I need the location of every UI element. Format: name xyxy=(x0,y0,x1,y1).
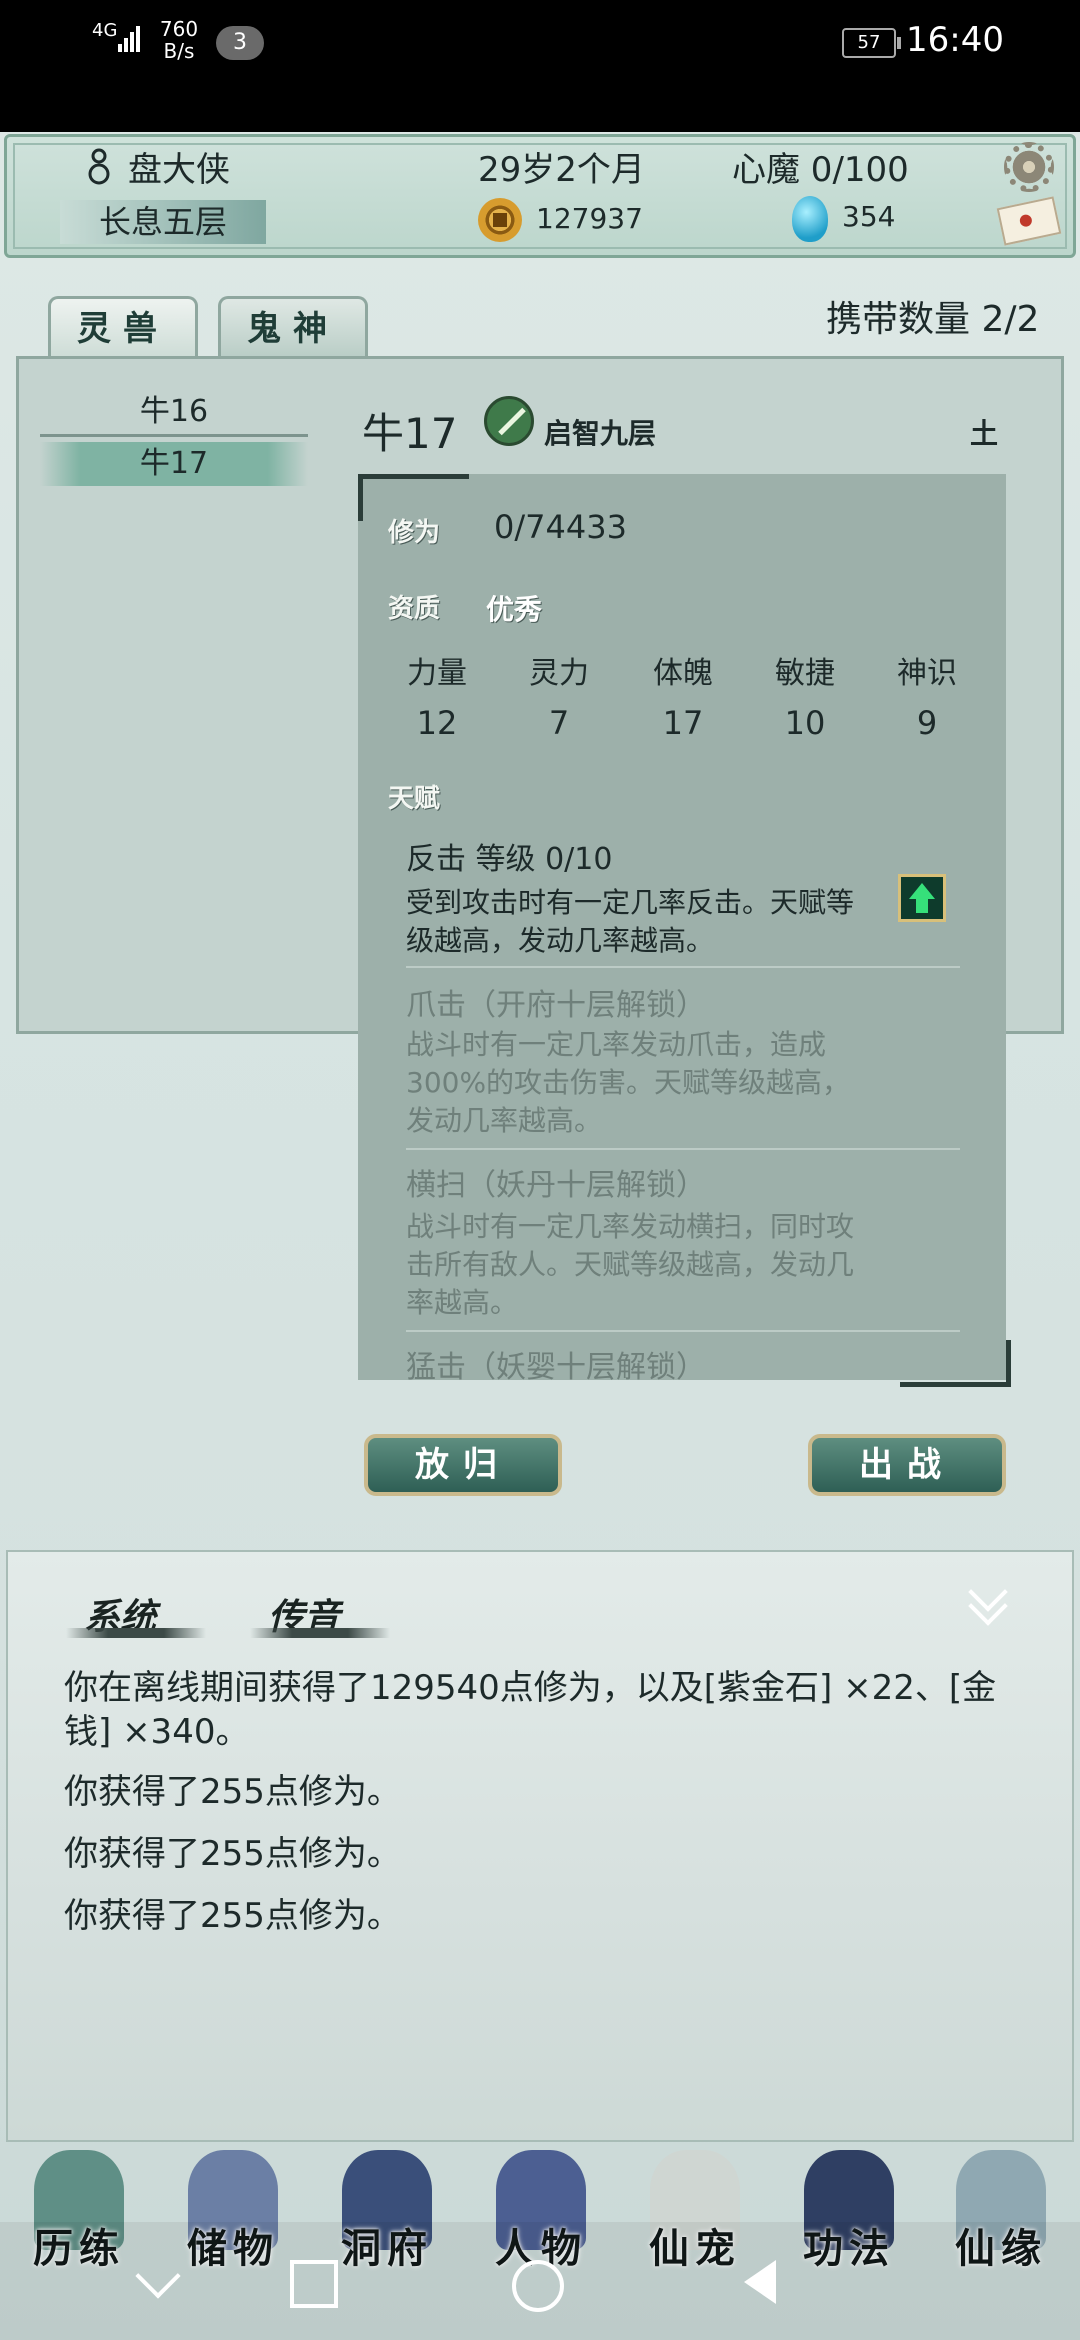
stat-name: 神识 xyxy=(897,656,957,691)
pet-element: 土 xyxy=(970,417,999,450)
talent-name-locked: 横扫（妖丹十层解锁） xyxy=(406,1168,706,1203)
pet-stage: 启智九层 xyxy=(544,417,657,450)
message-line: 你获得了255点修为。 xyxy=(64,1772,401,1812)
rename-brush-icon[interactable] xyxy=(484,396,534,446)
talent-name-locked: 猛击（妖婴十层解锁） xyxy=(406,1350,706,1385)
message-line: 你获得了255点修为。 xyxy=(64,1834,401,1874)
stat-name: 力量 xyxy=(407,656,467,691)
system-home-icon[interactable] xyxy=(512,2260,564,2312)
stat-name: 敏捷 xyxy=(775,656,835,691)
pet-list-item[interactable]: 牛16 xyxy=(40,390,308,437)
stat-name: 体魄 xyxy=(653,656,713,691)
system-recent-icon[interactable] xyxy=(290,2260,338,2308)
stat-value: 17 xyxy=(662,704,704,742)
upgrade-arrow-icon[interactable] xyxy=(898,874,946,922)
release-button[interactable]: 放归 xyxy=(364,1434,562,1496)
cultivation-value: 0/74433 xyxy=(494,508,627,546)
tab-guishen[interactable]: 鬼神 xyxy=(218,296,368,358)
tab-lingshou[interactable]: 灵兽 xyxy=(48,296,198,358)
collapse-chevron-icon[interactable] xyxy=(966,1572,1010,1626)
battle-button[interactable]: 出战 xyxy=(808,1434,1006,1496)
age-text: 29岁2个月 xyxy=(478,150,645,190)
divider xyxy=(406,966,960,968)
corner-ornament xyxy=(900,1340,1011,1387)
spirit-stone-count: 354 xyxy=(842,200,896,233)
talent-name: 反击 等级 0/10 xyxy=(406,842,613,877)
network-speed: 760 B/s xyxy=(158,18,200,62)
divider xyxy=(406,1148,960,1150)
realm-badge: 长息五层 xyxy=(60,200,266,244)
stat-value: 9 xyxy=(916,704,938,742)
clock: 16:40 xyxy=(906,20,1004,60)
message-line: 你获得了255点修为。 xyxy=(64,1896,401,1936)
heart-demon-text: 心魔 0/100 xyxy=(732,150,909,190)
aptitude-label: 资质 xyxy=(388,594,441,624)
talent-label: 天赋 xyxy=(388,784,441,814)
network-type: 4G xyxy=(92,20,118,41)
aptitude-value: 优秀 xyxy=(486,593,543,626)
stat-value: 10 xyxy=(784,704,826,742)
coin-count: 127937 xyxy=(536,202,643,235)
coin-icon xyxy=(478,198,522,242)
pet-list-item-selected[interactable]: 牛17 xyxy=(40,442,308,486)
carry-count: 携带数量 2/2 xyxy=(826,299,1040,340)
pet-name: 牛17 xyxy=(362,409,458,458)
divider xyxy=(406,1330,960,1332)
gear-icon[interactable] xyxy=(1004,142,1054,192)
talent-desc-locked: 战斗时有一定几率发动横扫，同时攻击所有敌人。天赋等级越高，发动几率越高。 xyxy=(406,1210,855,1319)
brush-stroke xyxy=(66,1628,206,1638)
battery-icon: 57 xyxy=(842,28,901,58)
notification-badge: 3 xyxy=(216,26,264,60)
speed-unit: B/s xyxy=(163,39,195,63)
stat-value: 12 xyxy=(416,704,458,742)
message-line: 你在离线期间获得了129540点修为，以及[紫金石] ×22、[金钱] ×340… xyxy=(64,1668,997,1752)
talent-name-locked: 爪击（开府十层解锁） xyxy=(406,988,706,1023)
signal-icon xyxy=(118,22,144,52)
stat-name: 灵力 xyxy=(529,656,589,691)
talent-desc-locked: 战斗时有一定几率发动爪击，造成300%的攻击伤害。天赋等级越高，发动几率越高。 xyxy=(406,1028,851,1137)
stat-value: 7 xyxy=(548,704,570,742)
gourd-icon xyxy=(88,148,110,185)
talent-desc: 受到攻击时有一定几率反击。天赋等级越高，发动几率越高。 xyxy=(406,886,855,957)
status-bar: 4G 760 B/s 3 57 16:40 xyxy=(0,0,1080,132)
player-name[interactable]: 盘大侠 xyxy=(128,142,230,191)
spirit-stone-icon xyxy=(792,196,828,242)
speed-value: 760 xyxy=(159,17,199,41)
brush-stroke xyxy=(250,1628,390,1638)
cultivation-label: 修为 xyxy=(388,518,441,548)
system-back-icon[interactable] xyxy=(744,2260,776,2304)
